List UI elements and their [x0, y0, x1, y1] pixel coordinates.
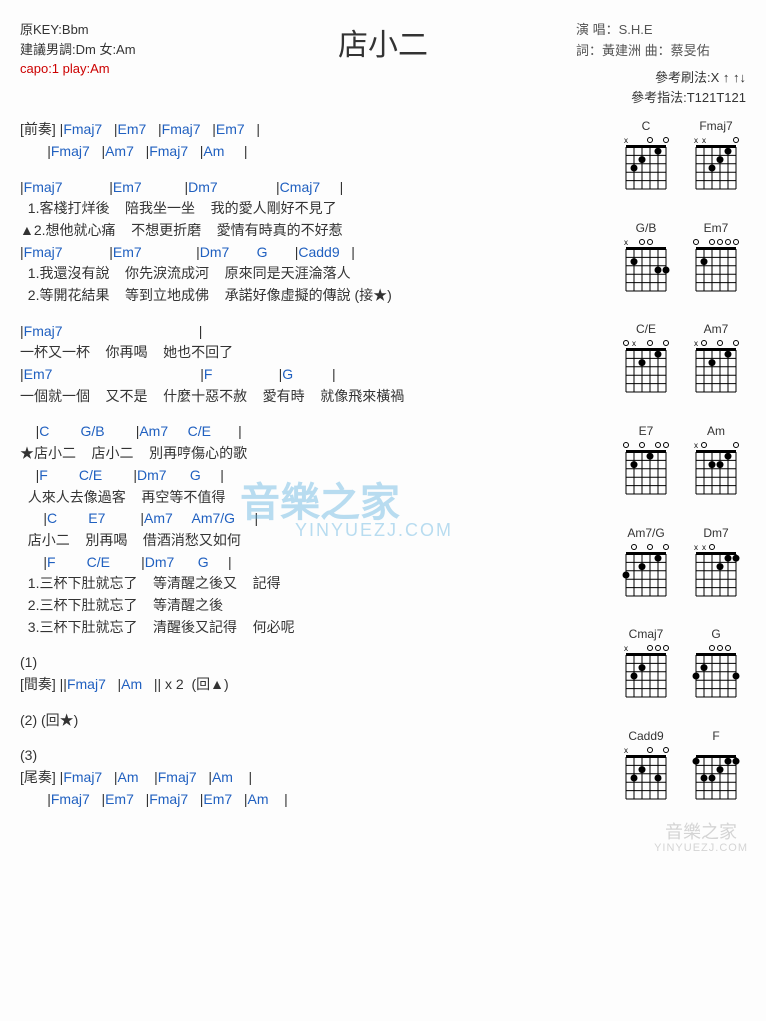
- chord-diagram-label: Em7: [704, 221, 729, 235]
- svg-text:x: x: [624, 746, 628, 755]
- chord-diagram-label: C/E: [636, 322, 656, 336]
- lyrics-column: [前奏] |Fmaj7 |Em7 |Fmaj7 |Em7 | |Fmaj7 |A…: [20, 119, 598, 824]
- ref-strum: 參考刷法:X ↑ ↑↓: [576, 68, 746, 89]
- chorus-block: |C G/B |Am7 C/E | ★店小二 店小二 別再哼傷心的歌 |F C/…: [20, 421, 598, 638]
- verse-line: 1.客棧打烊後 陪我坐一坐 我的愛人剛好不見了: [20, 198, 598, 220]
- watermark-corner: 音樂之家 YINYUEZJ.COM: [654, 823, 748, 855]
- svg-text:x: x: [624, 644, 628, 653]
- chord-diagrams: CxFmaj7xxG/BxEm7C/ExAm7xE7AmxAm7/GDm7xxC…: [598, 119, 746, 824]
- svg-text:x: x: [694, 441, 698, 450]
- interlude-label: [間奏]: [20, 676, 56, 692]
- outro-label: [尾奏]: [20, 769, 56, 785]
- chord-diagram: Am7 x: [686, 322, 746, 418]
- chord-diagram: Cadd9x: [616, 729, 676, 825]
- meta-right: 演 唱：S.H.E 詞：黃建洲 曲：蔡旻佑 參考刷法:X ↑ ↑↓ 參考指法:T…: [576, 20, 746, 109]
- chord-diagram: Cmaj7x: [616, 627, 676, 723]
- chord-diagram-label: Am7/G: [627, 526, 664, 540]
- chord-diagram-label: Cmaj7: [629, 627, 664, 641]
- chord-diagram: Cx: [616, 119, 676, 215]
- capo: capo:1 play:Am: [20, 59, 190, 79]
- chord-diagram: E7: [616, 424, 676, 520]
- chorus-line: 店小二 別再喝 借酒消愁又如何: [20, 530, 598, 552]
- chord-diagram: Fmaj7xx: [686, 119, 746, 215]
- chord-diagram-label: Dm7: [703, 526, 728, 540]
- meta-left: 原KEY:Bbm 建議男調:Dm 女:Am capo:1 play:Am: [20, 20, 190, 79]
- chord-diagram-label: Fmaj7: [699, 119, 732, 133]
- writer: 詞：黃建洲 曲：蔡旻佑: [576, 41, 746, 62]
- chorus-line: 3.三杯下肚就忘了 清醒後又記得 何必呢: [20, 617, 598, 639]
- tag-1: (1) [間奏] ||Fmaj7 |Am || x 2 (回▲): [20, 652, 598, 695]
- chord-diagram-label: E7: [639, 424, 654, 438]
- chorus-line: 2.三杯下肚就忘了 等清醒之後: [20, 595, 598, 617]
- bridge-block: |Fmaj7 | 一杯又一杯 你再喝 她也不回了 |Em7 |F |G | 一個…: [20, 321, 598, 408]
- bridge-line: 一個就一個 又不是 什麼十惡不赦 愛有時 就像飛來橫禍: [20, 386, 598, 408]
- svg-text:x: x: [624, 136, 628, 145]
- svg-text:x: x: [702, 543, 706, 552]
- verse-line: 1.我還沒有說 你先淚流成河 原來同是天涯淪落人: [20, 263, 598, 285]
- chorus-line: 人來人去像過客 再空等不值得: [20, 487, 598, 509]
- chord-diagram-label: G/B: [636, 221, 657, 235]
- chord-diagram-label: G: [711, 627, 720, 641]
- intro-block: [前奏] |Fmaj7 |Em7 |Fmaj7 |Em7 | |Fmaj7 |A…: [20, 119, 598, 162]
- orig-key: 原KEY:Bbm: [20, 20, 190, 40]
- bridge-line: 一杯又一杯 你再喝 她也不回了: [20, 342, 598, 364]
- chord-diagram: Amx: [686, 424, 746, 520]
- verse-line: ▲2.想他就心痛 不想更折磨 愛情有時真的不好惹: [20, 220, 598, 242]
- tag-3: (3) [尾奏] |Fmaj7 |Am |Fmaj7 |Am | |Fmaj7 …: [20, 745, 598, 810]
- chord-diagram-label: F: [712, 729, 719, 743]
- song-title: 店小二: [190, 20, 576, 64]
- ref-pick: 參考指法:T121T121: [576, 88, 746, 109]
- chord-diagram: F: [686, 729, 746, 825]
- suggest-key: 建議男調:Dm 女:Am: [20, 40, 190, 60]
- chorus-line: 1.三杯下肚就忘了 等清醒之後又 記得: [20, 573, 598, 595]
- chord-diagram-label: C: [642, 119, 651, 133]
- chord-diagram: G/B x: [616, 221, 676, 317]
- svg-text:x: x: [632, 339, 636, 348]
- chord-diagram: G: [686, 627, 746, 723]
- verse-block-1: |Fmaj7 |Em7 |Dm7 |Cmaj7 | 1.客棧打烊後 陪我坐一坐 …: [20, 177, 598, 307]
- svg-text:x: x: [694, 339, 698, 348]
- singer: 演 唱：S.H.E: [576, 20, 746, 41]
- chord-diagram: Dm7 xx: [686, 526, 746, 622]
- svg-text:x: x: [694, 136, 698, 145]
- intro-label: [前奏]: [20, 121, 56, 137]
- chord-diagram-label: Am: [707, 424, 725, 438]
- chord-diagram-label: Am7: [704, 322, 729, 336]
- svg-text:x: x: [624, 238, 628, 247]
- tag-2: (2) (回★): [20, 710, 598, 732]
- svg-text:x: x: [702, 136, 706, 145]
- chorus-line: ★店小二 店小二 別再哼傷心的歌: [20, 443, 598, 465]
- chord-diagram-label: Cadd9: [628, 729, 663, 743]
- chord-diagram: Em7: [686, 221, 746, 317]
- verse-line: 2.等開花結果 等到立地成佛 承諾好像虛擬的傳說 (接★): [20, 285, 598, 307]
- chord-diagram: C/Ex: [616, 322, 676, 418]
- svg-text:x: x: [694, 543, 698, 552]
- chord-diagram: Am7/G: [616, 526, 676, 622]
